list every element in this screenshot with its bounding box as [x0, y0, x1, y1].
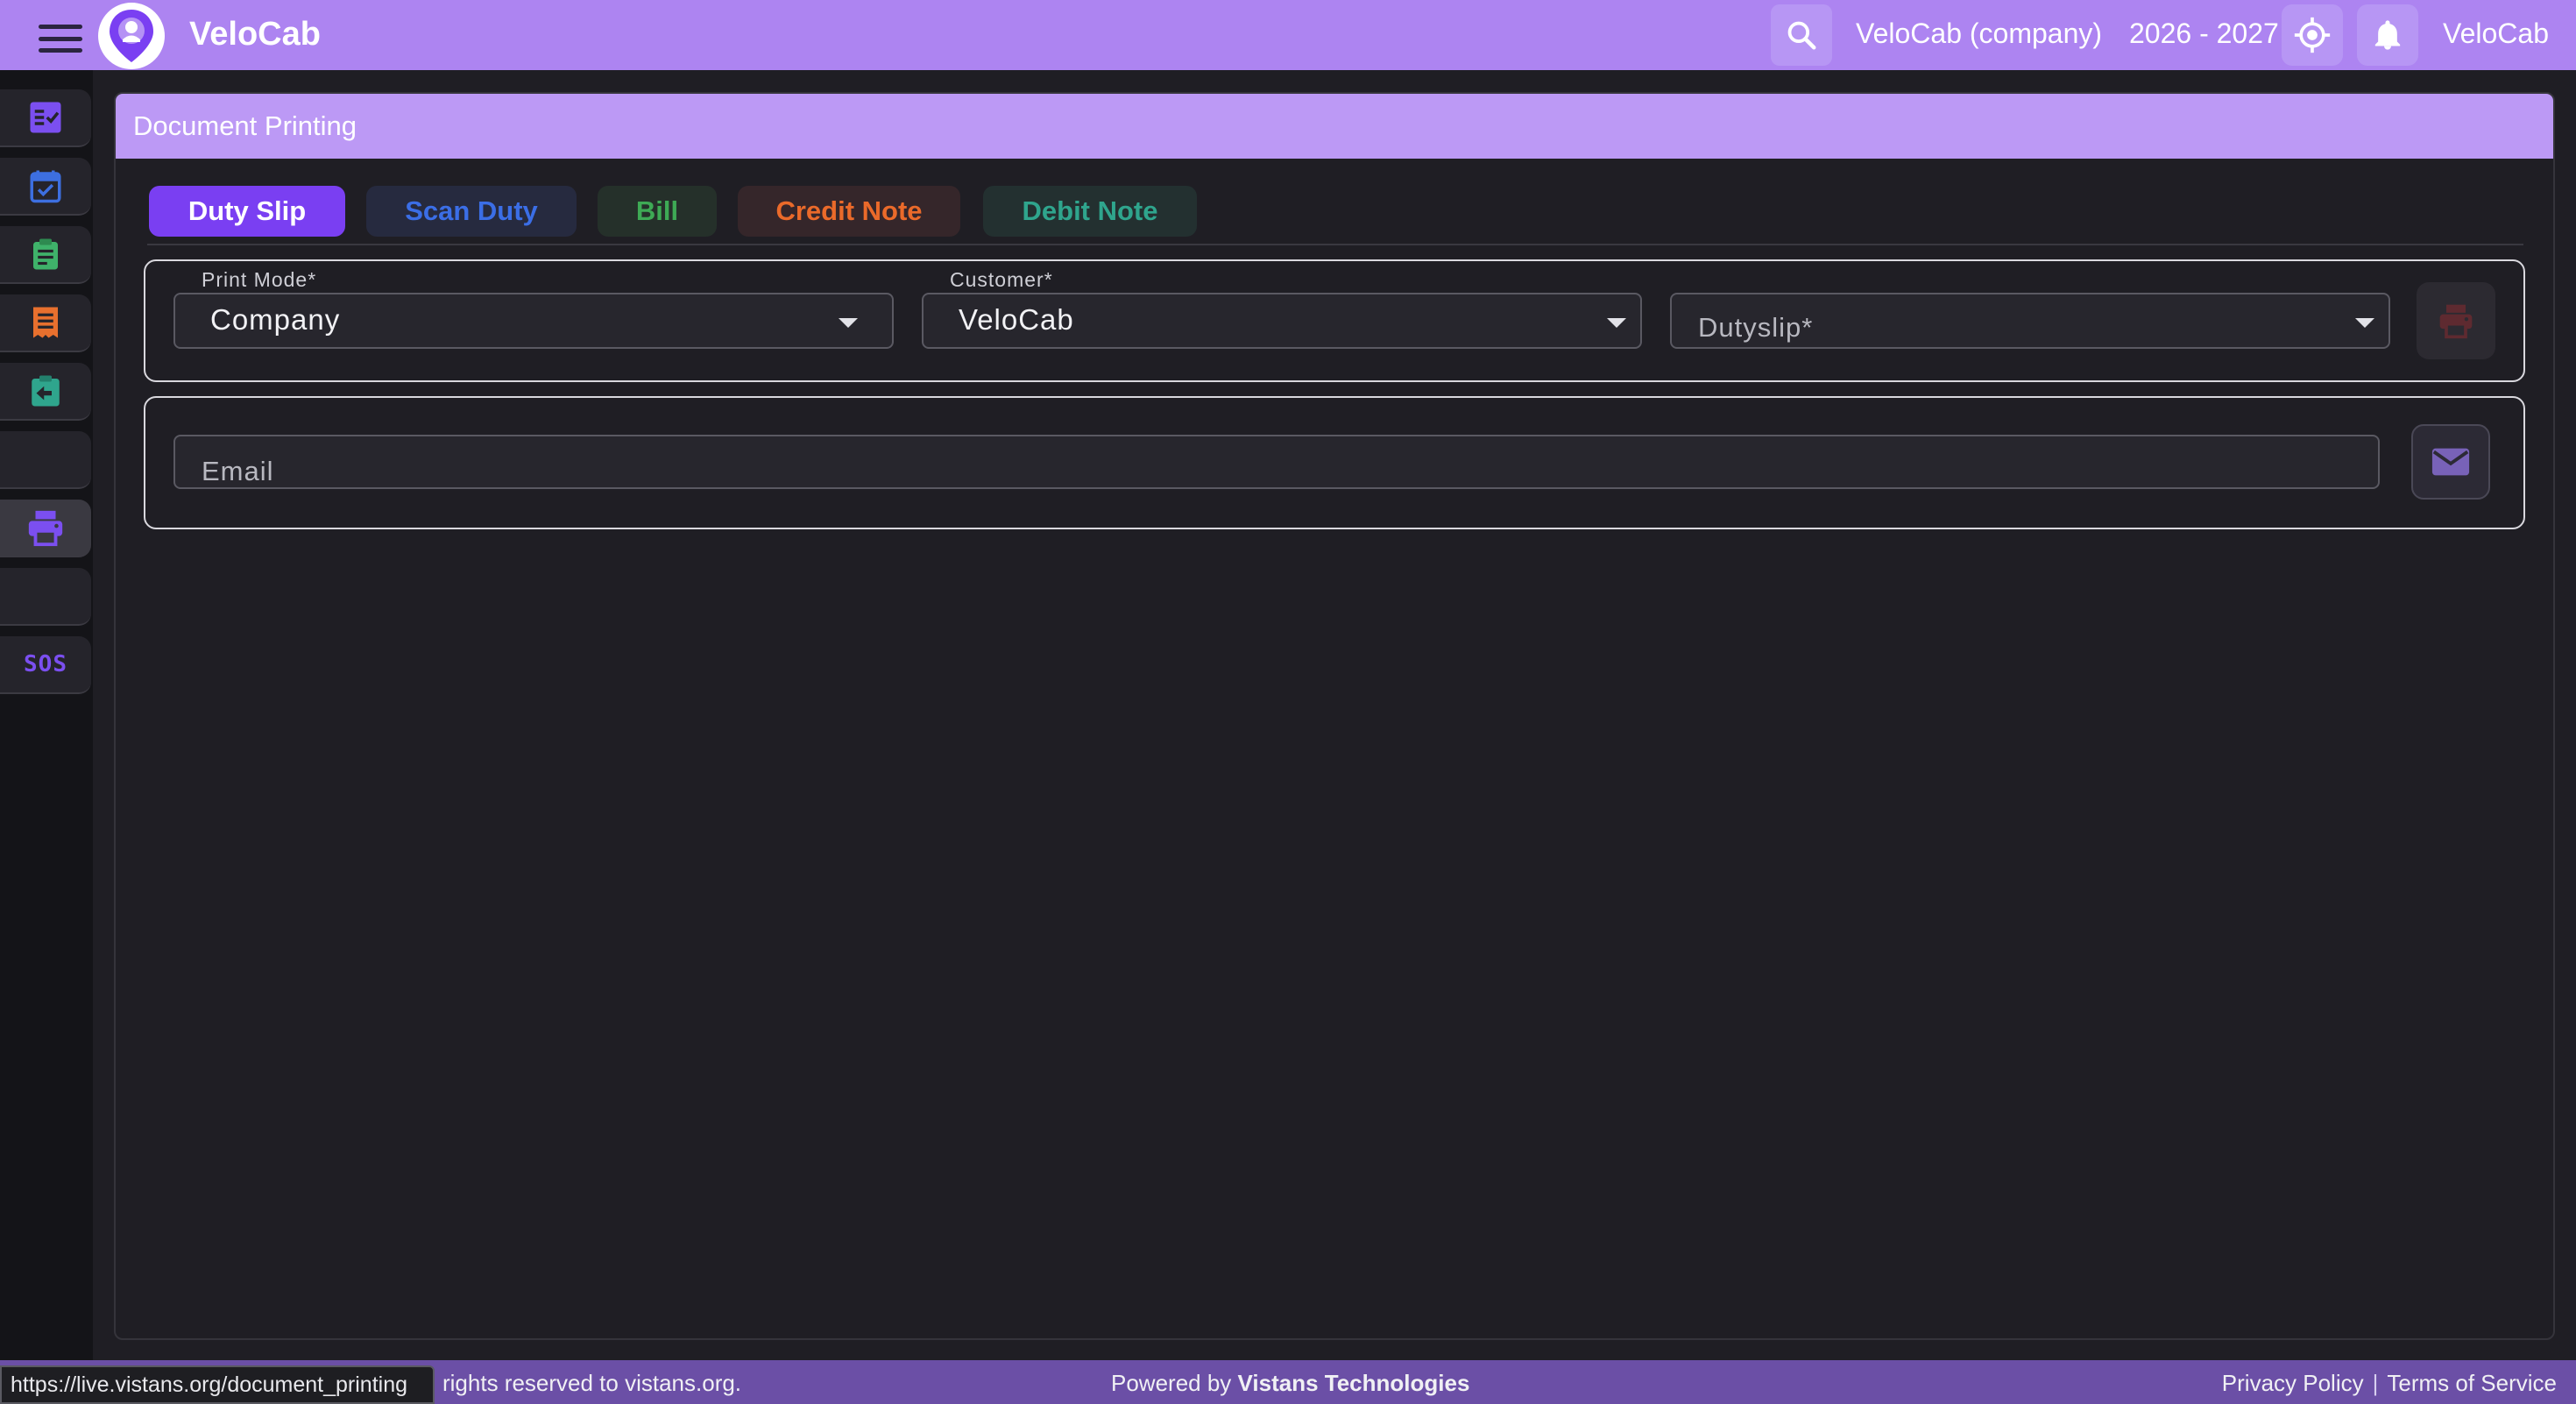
print-button[interactable] [2417, 282, 2495, 359]
powered-by: Powered by Vistans Technologies [1111, 1370, 1469, 1397]
assignment-return-icon [32, 375, 60, 407]
chevron-down-icon [839, 318, 858, 328]
top-bar: VeloCab VeloCab (company) 2026 - 2027 Ve… [0, 0, 2576, 70]
search-button[interactable] [1771, 4, 1832, 66]
app-logo [98, 3, 165, 69]
customer-value: VeloCab [959, 303, 1074, 336]
print-mode-value: Company [210, 303, 341, 336]
privacy-policy-link[interactable]: Privacy Policy [2222, 1370, 2364, 1396]
sidebar-item-blank-2[interactable] [0, 568, 91, 626]
panel-header: Document Printing [116, 94, 2553, 159]
tab-bill[interactable]: Bill [598, 186, 717, 237]
chevron-down-icon [2355, 318, 2374, 328]
copyright-text: rights reserved to vistans.org. [442, 1370, 742, 1396]
tab-scan-duty[interactable]: Scan Duty [366, 186, 577, 237]
email-input[interactable] [173, 435, 2380, 489]
locate-button[interactable] [2282, 4, 2343, 66]
financial-year[interactable]: 2026 - 2027 [2129, 18, 2279, 50]
send-email-button[interactable] [2411, 424, 2490, 500]
powered-prefix: Powered by [1111, 1370, 1238, 1396]
terms-of-service-link[interactable]: Terms of Service [2387, 1370, 2557, 1396]
location-pin-icon [110, 10, 153, 62]
company-selector[interactable]: VeloCab (company) [1856, 18, 2102, 50]
sidebar-item-sos[interactable]: SOS [0, 636, 91, 694]
footer-separator: | [2372, 1370, 2379, 1396]
sidebar-item-tasks[interactable] [0, 89, 91, 147]
hamburger-icon[interactable] [39, 25, 82, 53]
notifications-button[interactable] [2357, 4, 2418, 66]
sidebar-item-returns[interactable] [0, 363, 91, 421]
sidebar-item-clipboard[interactable] [0, 226, 91, 284]
email-placeholder: Email [202, 456, 274, 486]
chevron-down-icon [1607, 318, 1626, 328]
receipt-icon [33, 307, 58, 338]
sidebar: SOS [0, 70, 93, 1360]
customer-label: Customer* [945, 268, 1058, 292]
crosshair-icon [2294, 17, 2331, 53]
user-menu[interactable]: VeloCab [2443, 18, 2549, 50]
mail-icon [2431, 448, 2470, 476]
status-bar-url: https://live.vistans.org/document_printi… [0, 1365, 435, 1404]
dutyslip-placeholder: Dutyslip* [1698, 312, 1814, 343]
bell-icon [2374, 20, 2401, 50]
footer-links: Privacy Policy | Terms of Service [2222, 1370, 2557, 1397]
page-title: Document Printing [133, 110, 357, 141]
tab-divider [147, 244, 2523, 245]
checklist-icon [30, 102, 61, 133]
printer-icon [28, 510, 63, 547]
tab-debit-note[interactable]: Debit Note [983, 186, 1197, 237]
tab-duty-slip[interactable]: Duty Slip [149, 186, 345, 237]
print-mode-label: Print Mode* [196, 268, 322, 292]
clipboard-icon [33, 238, 58, 270]
printer-icon [2439, 304, 2473, 339]
sidebar-item-calendar[interactable] [0, 158, 91, 216]
tab-credit-note[interactable]: Credit Note [738, 186, 960, 237]
sidebar-item-receipt[interactable] [0, 294, 91, 352]
sidebar-item-blank-1[interactable] [0, 431, 91, 489]
powered-brand-link[interactable]: Vistans Technologies [1238, 1370, 1470, 1396]
sos-icon: SOS [24, 651, 67, 677]
app-title: VeloCab [189, 16, 321, 53]
calendar-check-icon [30, 170, 61, 203]
search-icon [1787, 21, 1816, 50]
sidebar-item-document-printing[interactable] [0, 500, 91, 557]
